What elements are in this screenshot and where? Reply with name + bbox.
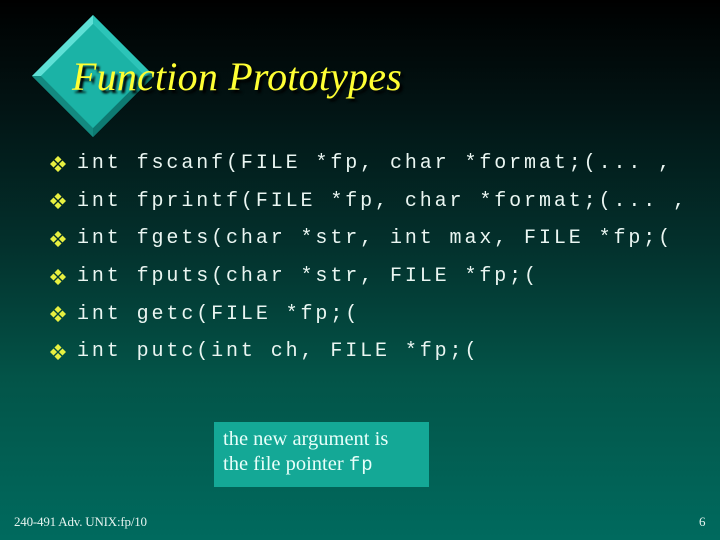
list-item: int fscanf(FILE *fp, char *format;(... , (50, 145, 688, 183)
bullet-list: int fscanf(FILE *fp, char *format;(... ,… (50, 145, 688, 371)
slide: Function Prototypes int fscanf(FILE *fp,… (0, 0, 720, 540)
four-dot-diamond-bullet-icon (50, 268, 66, 285)
function-prototype: int putc(int ch, FILE *fp;( (77, 340, 480, 364)
slide-number: 6 (699, 514, 706, 529)
function-prototype: int fscanf(FILE *fp, char *format;(... , (77, 152, 674, 176)
four-dot-diamond-bullet-icon (50, 230, 66, 247)
function-prototype: int fgets(char *str, int max, FILE *fp;( (77, 227, 674, 251)
four-dot-diamond-bullet-icon (50, 306, 66, 323)
list-item: int getc(FILE *fp;( (50, 295, 688, 333)
function-prototype: int fprintf(FILE *fp, char *format;(... … (77, 189, 688, 213)
callout-line-2-text: the file pointer (223, 453, 349, 475)
callout-code: fp (348, 454, 374, 476)
function-prototype: int getc(FILE *fp;( (77, 302, 361, 326)
callout-box: the new argument is the file pointer fp (214, 422, 429, 487)
four-dot-diamond-bullet-icon (50, 155, 66, 172)
four-dot-diamond-bullet-icon (50, 343, 66, 360)
list-item: int fputs(char *str, FILE *fp;( (50, 258, 688, 296)
slide-title: Function Prototypes (72, 54, 403, 99)
function-prototype: int fputs(char *str, FILE *fp;( (77, 265, 539, 289)
list-item: int fgets(char *str, int max, FILE *fp;( (50, 220, 688, 258)
list-item: int putc(int ch, FILE *fp;( (50, 333, 688, 371)
four-dot-diamond-bullet-icon (50, 193, 66, 210)
callout-line-2: the file pointer fp (223, 452, 429, 478)
list-item: int fprintf(FILE *fp, char *format;(... … (50, 183, 688, 221)
footer-course-label: 240-491 Adv. UNIX:fp/10 (14, 514, 147, 529)
callout-line-1: the new argument is (223, 428, 389, 450)
